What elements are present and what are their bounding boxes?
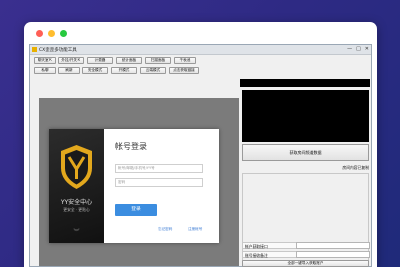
import-all-button[interactable]: 全部一键导入获取账户 (242, 260, 369, 267)
password-field[interactable]: 密码 (115, 178, 203, 187)
toolbar-button[interactable]: 云端模式 (140, 67, 166, 74)
chevron-down-icon[interactable]: ︾ (49, 227, 104, 236)
account-api-input[interactable] (296, 242, 370, 249)
login-button[interactable]: 登录 (115, 204, 157, 216)
forgot-password-link[interactable]: 忘记密码 (158, 227, 172, 232)
log-console (242, 90, 369, 142)
maximize-icon[interactable]: □ (356, 46, 361, 53)
account-note-input[interactable] (296, 251, 370, 258)
window-title: CX歪歪多功能工具 (39, 47, 77, 53)
login-dialog: YY安全中心 更安全 · 更贴心 ︾ 帐号登录 帐号/邮箱/手机号/YY号 密码… (49, 129, 219, 243)
login-form-panel: 帐号登录 帐号/邮箱/手机号/YY号 密码 登录 忘记密码 注册帐号 (104, 129, 219, 243)
toolbar-button[interactable]: 私聊 (34, 67, 56, 74)
minimize-dot-icon[interactable] (48, 30, 55, 37)
toolbar-button[interactable]: 计费器 (87, 57, 113, 64)
status-text: 房间内容已复制 (342, 165, 369, 170)
brand-slogan: 更安全 · 更贴心 (63, 207, 90, 212)
app-icon (32, 47, 37, 52)
toolbar-button[interactable]: 千秋池 (174, 57, 196, 64)
toolbar-button[interactable]: 开模式 (111, 67, 137, 74)
address-bar[interactable] (240, 79, 370, 87)
app-window: CX歪歪多功能工具 — □ ✕ 聊天室Ｋ 外挂/开关Ｋ 计费器 统计面板 扫描面… (29, 44, 372, 267)
account-field[interactable]: 帐号/邮箱/手机号/YY号 (115, 164, 203, 173)
account-api-label: 帐户获取接口 (242, 242, 302, 249)
toolbar-button[interactable]: 安全模式 (82, 67, 108, 74)
window-controls: — □ ✕ (347, 46, 369, 53)
toolbar-button[interactable]: 统计面板 (116, 57, 142, 64)
minimize-icon[interactable]: — (347, 46, 352, 53)
web-view-area: YY安全中心 更安全 · 更贴心 ︾ 帐号登录 帐号/邮箱/手机号/YY号 密码… (39, 98, 239, 266)
window-traffic-lights (36, 30, 67, 37)
account-note-label: 账号接收备注 (242, 251, 302, 258)
toolbar-button[interactable]: 外挂/开关Ｋ (58, 57, 84, 64)
close-dot-icon[interactable] (36, 30, 43, 37)
toolbar-button[interactable]: 点击获取链接 (169, 67, 199, 74)
register-link[interactable]: 注册帐号 (188, 227, 202, 232)
maximize-dot-icon[interactable] (60, 30, 67, 37)
toolbar-button[interactable]: 刷新 (58, 67, 80, 74)
brand-shield-icon (61, 145, 92, 189)
window-titlebar: CX歪歪多功能工具 — □ ✕ (30, 45, 371, 55)
login-heading: 帐号登录 (115, 142, 147, 151)
browser-frame: CX歪歪多功能工具 — □ ✕ 聊天室Ｋ 外挂/开关Ｋ 计费器 统计面板 扫描面… (24, 22, 377, 267)
login-brand-panel: YY安全中心 更安全 · 更贴心 ︾ (49, 129, 104, 243)
close-icon[interactable]: ✕ (365, 46, 369, 53)
brand-name: YY安全中心 (60, 199, 93, 206)
get-room-data-button[interactable]: 获取房间频道数据 (242, 144, 369, 161)
toolbar-button[interactable]: 聊天室Ｋ (34, 57, 56, 64)
toolbar-button[interactable]: 扫描面板 (145, 57, 171, 64)
